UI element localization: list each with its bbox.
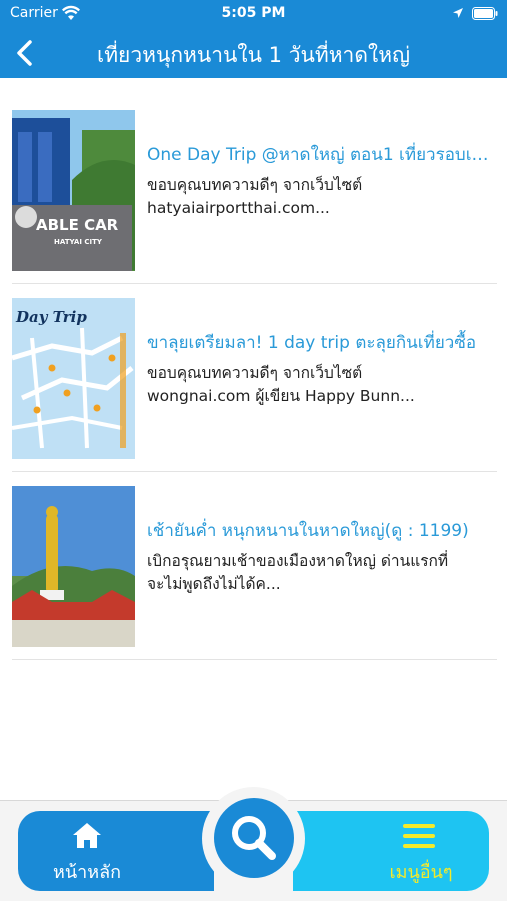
list-item[interactable]: ABLE CAR HATYAI CITY One Day Trip @หาดให… xyxy=(12,96,497,284)
list-item[interactable]: เช้ายันค่ำ หนุกหนานในหาดใหญ่(ดู : 1199) … xyxy=(12,472,497,660)
item-description: ขอบคุณบทความดีๆ จากเว็บไซต์ wongnai.com … xyxy=(147,364,415,405)
thumbnail-image: Day Trip xyxy=(12,298,135,459)
search-icon xyxy=(232,816,276,860)
chevron-left-icon xyxy=(17,40,32,66)
location-arrow-icon xyxy=(453,8,463,18)
item-title[interactable]: ขาลุยเตรียมลา! 1 day trip ตะลุยกินเที่ยว… xyxy=(147,329,497,356)
hamburger-icon xyxy=(403,824,435,848)
item-description: เบิกอรุณยามเช้าของเมืองหาดใหญ่ ด่านแรกที… xyxy=(147,552,449,593)
home-icon xyxy=(73,823,101,848)
back-button[interactable] xyxy=(8,34,44,72)
status-bar: Carrier 5:05 PM xyxy=(0,0,507,28)
thumb-map-title: Day Trip xyxy=(15,308,87,326)
nav-bar: เที่ยวหนุกหนานใน 1 วันที่หาดใหญ่ xyxy=(0,28,507,78)
item-description: ขอบคุณบทความดีๆ จากเว็บไซต์ hatyaiairpor… xyxy=(147,176,363,217)
thumb-sign-subtext: HATYAI CITY xyxy=(54,238,103,246)
page-title: เที่ยวหนุกหนานใน 1 วันที่หาดใหญ่ xyxy=(97,43,410,67)
list-item[interactable]: Day Trip ขาลุยเตรียมลา! 1 day trip ตะลุย… xyxy=(12,284,497,472)
search-button[interactable] xyxy=(214,798,294,878)
thumbnail-image xyxy=(12,486,135,647)
item-title[interactable]: One Day Trip @หาดใหญ่ ตอน1 เที่ยวรอบเมือ… xyxy=(147,141,497,168)
tab-bar: หน้าหลัก เมนูอื่นๆ xyxy=(0,787,507,901)
thumbnail-image: ABLE CAR HATYAI CITY xyxy=(12,110,135,271)
thumb-sign-text: ABLE CAR xyxy=(36,216,119,234)
tab-home[interactable]: หน้าหลัก xyxy=(18,811,214,891)
tab-home-label: หน้าหลัก xyxy=(52,862,122,883)
item-title[interactable]: เช้ายันค่ำ หนุกหนานในหาดใหญ่(ดู : 1199) xyxy=(147,517,497,544)
status-time: 5:05 PM xyxy=(221,5,286,21)
battery-icon xyxy=(472,7,498,20)
tab-menu[interactable]: เมนูอื่นๆ xyxy=(293,811,489,891)
trip-list: ABLE CAR HATYAI CITY One Day Trip @หาดให… xyxy=(0,96,507,660)
tab-menu-label: เมนูอื่นๆ xyxy=(389,862,453,883)
